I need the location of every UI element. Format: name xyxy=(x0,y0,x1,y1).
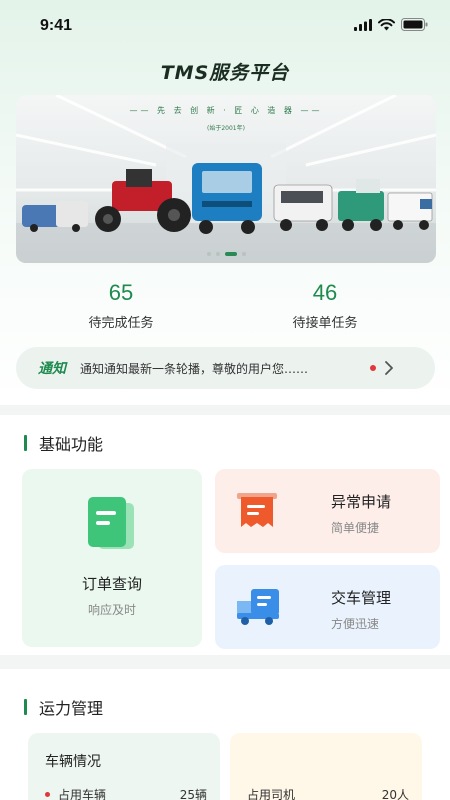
driver-status-card[interactable]: 占用司机 20人 xyxy=(230,733,422,800)
notice-bar[interactable]: 通知 通知通知最新一条轮播，尊敬的用户您…… xyxy=(16,347,435,389)
unread-dot-icon xyxy=(370,365,376,371)
carousel-dot-active[interactable] xyxy=(224,252,237,256)
occupied-vehicles-row: 占用车辆 25辆 xyxy=(45,786,215,800)
basic-functions-section: 基础功能 订单查询 响应及时 异常申请 简单便捷 交车管理 方便迅速 xyxy=(0,415,450,655)
section-title: 运力管理 xyxy=(39,699,104,718)
section-header: 运力管理 xyxy=(24,695,103,719)
truck-icon xyxy=(237,589,279,625)
stat-value: 65 xyxy=(108,280,134,305)
app-title: TMS服务平台 xyxy=(160,62,290,84)
exception-request-card[interactable]: 异常申请 简单便捷 xyxy=(215,469,440,553)
occupied-drivers-row: 占用司机 20人 xyxy=(247,786,417,800)
card-subtitle: 简单便捷 xyxy=(331,521,380,535)
section-marker xyxy=(24,435,27,451)
notice-text: 通知通知最新一条轮播，尊敬的用户您…… xyxy=(80,361,309,376)
document-icon xyxy=(88,497,134,549)
card-subtitle: 方便迅速 xyxy=(331,617,380,631)
status-bar: 9:41 xyxy=(0,0,450,54)
row-value: 25辆 xyxy=(179,788,207,800)
section-header: 基础功能 xyxy=(24,431,103,455)
bullet-icon xyxy=(45,792,50,797)
row-value: 20人 xyxy=(381,788,409,800)
vehicle-status-card[interactable]: 车辆情况 占用车辆 25辆 xyxy=(28,733,220,800)
stat-pending-tasks[interactable]: 65 待完成任务 xyxy=(41,280,201,331)
banner-carousel[interactable]: —— 先 去 创 新 · 匠 心 造 器 —— (始于2001年) xyxy=(16,95,436,263)
carousel-dot[interactable] xyxy=(215,252,220,256)
receipt-icon xyxy=(237,493,277,527)
carousel-indicator[interactable] xyxy=(16,252,436,256)
section-marker xyxy=(24,699,27,715)
wifi-icon xyxy=(378,18,395,30)
banner-image xyxy=(16,95,436,263)
chevron-right-icon[interactable] xyxy=(384,361,394,375)
banner-slogan: —— 先 去 创 新 · 匠 心 造 器 —— xyxy=(129,106,323,115)
banner-subtitle: (始于2001年) xyxy=(207,125,245,132)
row-label: 占用车辆 xyxy=(58,788,107,800)
stat-label: 待完成任务 xyxy=(88,316,154,331)
battery-icon xyxy=(401,18,428,31)
stat-awaiting-orders[interactable]: 46 待接单任务 xyxy=(245,280,405,331)
carousel-dot[interactable] xyxy=(206,252,211,256)
status-icons xyxy=(354,18,428,31)
card-title: 订单查询 xyxy=(81,575,142,593)
card-title: 车辆情况 xyxy=(45,754,101,770)
stat-label: 待接单任务 xyxy=(292,316,358,331)
order-query-card[interactable]: 订单查询 响应及时 xyxy=(22,469,202,647)
carousel-dot[interactable] xyxy=(241,252,246,256)
section-title: 基础功能 xyxy=(39,435,104,454)
signal-icon xyxy=(354,18,372,31)
row-label: 占用司机 xyxy=(247,788,296,800)
stat-value: 46 xyxy=(312,280,338,305)
card-subtitle: 响应及时 xyxy=(87,603,136,617)
status-time: 9:41 xyxy=(40,17,73,34)
card-title: 交车管理 xyxy=(331,589,392,607)
vehicle-delivery-card[interactable]: 交车管理 方便迅速 xyxy=(215,565,440,649)
notice-tag: 通知 xyxy=(38,361,66,377)
card-title: 异常申请 xyxy=(331,493,392,511)
